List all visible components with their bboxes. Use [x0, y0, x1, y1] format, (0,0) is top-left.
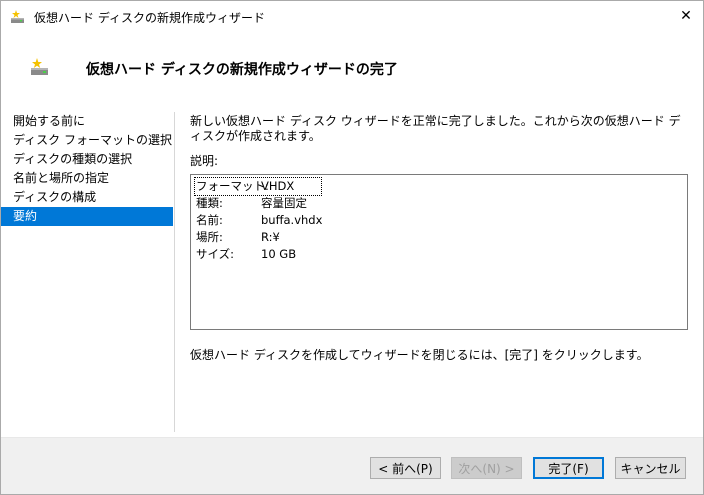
summary-row-name: 名前: buffa.vhdx [196, 212, 682, 229]
wizard-window: 仮想ハード ディスクの新規作成ウィザード ✕ 仮想ハード ディスクの新規作成ウィ… [0, 0, 704, 495]
summary-key: 場所: [196, 230, 223, 244]
nav-step-choose-format[interactable]: ディスク フォーマットの選択 [1, 131, 173, 150]
close-icon: ✕ [680, 8, 692, 24]
next-button[interactable]: 次へ(N) > [451, 457, 522, 479]
summary-value: 10 GB [261, 247, 297, 261]
summary-key: 種類: [196, 196, 223, 210]
window-title: 仮想ハード ディスクの新規作成ウィザード [34, 11, 265, 25]
summary-row-format: フォーマット: VHDX [194, 177, 322, 196]
summary-row-size: サイズ: 10 GB [196, 246, 682, 263]
virtual-disk-icon [29, 57, 51, 77]
wizard-header: 仮想ハード ディスクの新規作成ウィザードの完了 [1, 32, 703, 104]
virtual-disk-icon [10, 9, 26, 25]
summary-key: フォーマット: [196, 179, 269, 193]
nav-step-summary[interactable]: 要約 [1, 207, 173, 226]
finish-instruction: 仮想ハード ディスクを作成してウィザードを閉じるには、[完了] をクリックします… [190, 348, 649, 362]
page-title: 仮想ハード ディスクの新規作成ウィザードの完了 [86, 62, 398, 78]
summary-row-location: 場所: R:¥ [196, 229, 682, 246]
summary-value: buffa.vhdx [261, 213, 323, 227]
close-button[interactable]: ✕ [669, 1, 703, 31]
summary-value: R:¥ [261, 230, 280, 244]
summary-key: サイズ: [196, 247, 235, 261]
summary-value: 容量固定 [261, 196, 307, 210]
nav-step-choose-type[interactable]: ディスクの種類の選択 [1, 150, 173, 169]
content-area: 開始する前に ディスク フォーマットの選択 ディスクの種類の選択 名前と場所の指… [1, 104, 703, 437]
summary-key: 名前: [196, 213, 223, 227]
nav-divider [174, 112, 175, 432]
finish-button[interactable]: 完了(F) [533, 457, 604, 479]
back-button[interactable]: < 前へ(P) [370, 457, 441, 479]
description-label: 説明: [190, 154, 219, 168]
cancel-button[interactable]: キャンセル [615, 457, 686, 479]
intro-text: 新しい仮想ハード ディスク ウィザードを正常に完了しました。これから次の仮想ハー… [190, 114, 681, 143]
nav-step-name-location[interactable]: 名前と場所の指定 [1, 169, 173, 188]
wizard-footer: < 前へ(P) 次へ(N) > 完了(F) キャンセル [1, 438, 703, 494]
summary-row-type: 種類: 容量固定 [196, 195, 682, 212]
summary-value: VHDX [261, 179, 295, 193]
title-bar: 仮想ハード ディスクの新規作成ウィザード ✕ [1, 1, 703, 32]
nav-step-configure-disk[interactable]: ディスクの構成 [1, 188, 173, 207]
summary-box[interactable]: フォーマット: VHDX 種類: 容量固定 名前: buffa.vhdx 場所:… [190, 174, 688, 330]
nav-step-before-you-begin[interactable]: 開始する前に [1, 112, 173, 131]
wizard-steps-nav: 開始する前に ディスク フォーマットの選択 ディスクの種類の選択 名前と場所の指… [1, 112, 173, 226]
